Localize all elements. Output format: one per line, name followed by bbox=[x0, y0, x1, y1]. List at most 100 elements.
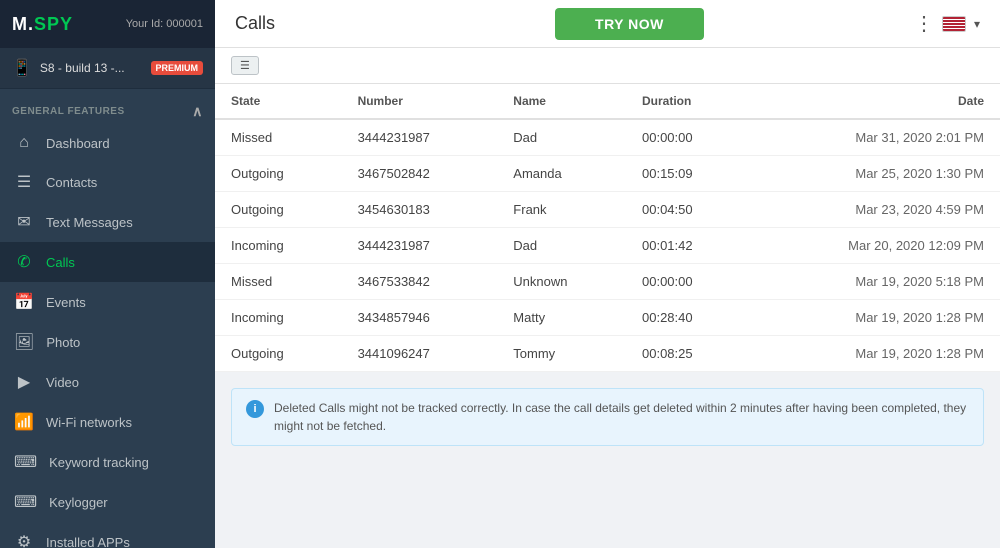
sidebar-item-video[interactable]: ▶ Video bbox=[0, 362, 215, 402]
table-row: Missed3444231987Dad00:00:00Mar 31, 2020 … bbox=[215, 119, 1000, 156]
cell-duration: 00:00:00 bbox=[626, 119, 749, 156]
table-body: Missed3444231987Dad00:00:00Mar 31, 2020 … bbox=[215, 119, 1000, 372]
sidebar-item-label: Calls bbox=[46, 255, 75, 270]
content-area: ☰ State Number Name Duration Date Missed… bbox=[215, 48, 1000, 548]
calls-icon: ✆ bbox=[14, 252, 34, 272]
sidebar-item-label: Contacts bbox=[46, 175, 97, 190]
table-row: Outgoing3467502842Amanda00:15:09Mar 25, … bbox=[215, 156, 1000, 192]
sidebar-item-label: Events bbox=[46, 295, 86, 310]
col-number: Number bbox=[342, 84, 498, 119]
section-chevron-icon: ∧ bbox=[192, 103, 203, 120]
sidebar-item-installed-apps[interactable]: ⚙ Installed APPs bbox=[0, 522, 215, 548]
cell-date: Mar 19, 2020 5:18 PM bbox=[749, 264, 1000, 300]
sidebar-item-dashboard[interactable]: ⌂ Dashboard bbox=[0, 124, 215, 162]
cell-state: Incoming bbox=[215, 300, 342, 336]
filter-row: ☰ bbox=[215, 48, 1000, 84]
cell-number: 3444231987 bbox=[342, 119, 498, 156]
cell-state: Missed bbox=[215, 119, 342, 156]
cell-duration: 00:04:50 bbox=[626, 192, 749, 228]
cell-name: Tommy bbox=[497, 336, 626, 372]
sidebar-item-keyword-tracking[interactable]: ⌨ Keyword tracking bbox=[0, 442, 215, 482]
cell-number: 3454630183 bbox=[342, 192, 498, 228]
main-panel: Calls TRY NOW ⋮ ▾ ☰ State Number Name Du… bbox=[215, 0, 1000, 548]
table-row: Missed3467533842Unknown00:00:00Mar 19, 2… bbox=[215, 264, 1000, 300]
cell-number: 3441096247 bbox=[342, 336, 498, 372]
sidebar-item-photo[interactable]: 🖼 Photo bbox=[0, 322, 215, 362]
general-features-section: GENERAL FEATURES ∧ bbox=[0, 89, 215, 124]
video-icon: ▶ bbox=[14, 372, 34, 392]
cell-date: Mar 20, 2020 12:09 PM bbox=[749, 228, 1000, 264]
sidebar-item-label: Installed APPs bbox=[46, 535, 130, 548]
cell-number: 3467502842 bbox=[342, 156, 498, 192]
sidebar-item-calls[interactable]: ✆ Calls bbox=[0, 242, 215, 282]
cell-date: Mar 31, 2020 2:01 PM bbox=[749, 119, 1000, 156]
cell-number: 3434857946 bbox=[342, 300, 498, 336]
cell-date: Mar 19, 2020 1:28 PM bbox=[749, 336, 1000, 372]
col-state: State bbox=[215, 84, 342, 119]
sidebar-item-events[interactable]: 📅 Events bbox=[0, 282, 215, 322]
device-icon: 📱 bbox=[12, 58, 32, 78]
sidebar-item-contacts[interactable]: ☰ Contacts bbox=[0, 162, 215, 202]
cell-name: Matty bbox=[497, 300, 626, 336]
topbar: Calls TRY NOW ⋮ ▾ bbox=[215, 0, 1000, 48]
cell-duration: 00:08:25 bbox=[626, 336, 749, 372]
table-row: Outgoing3441096247Tommy00:08:25Mar 19, 2… bbox=[215, 336, 1000, 372]
cell-state: Missed bbox=[215, 264, 342, 300]
cell-duration: 00:15:09 bbox=[626, 156, 749, 192]
device-bar: 📱 S8 - build 13 -... PREMIUM bbox=[0, 48, 215, 89]
cell-state: Incoming bbox=[215, 228, 342, 264]
cell-name: Unknown bbox=[497, 264, 626, 300]
sidebar-item-label: Dashboard bbox=[46, 136, 110, 151]
sidebar-item-label: Wi-Fi networks bbox=[46, 415, 132, 430]
language-dropdown-icon[interactable]: ▾ bbox=[974, 17, 980, 31]
language-flag[interactable] bbox=[942, 16, 966, 32]
sidebar: M.SPY Your Id: 000001 📱 S8 - build 13 -.… bbox=[0, 0, 215, 548]
cell-number: 3467533842 bbox=[342, 264, 498, 300]
sidebar-item-text-messages[interactable]: ✉ Text Messages bbox=[0, 202, 215, 242]
sidebar-item-label: Keylogger bbox=[49, 495, 108, 510]
table-row: Incoming3444231987Dad00:01:42Mar 20, 202… bbox=[215, 228, 1000, 264]
sidebar-item-wifi[interactable]: 📶 Wi-Fi networks bbox=[0, 402, 215, 442]
table-row: Incoming3434857946Matty00:28:40Mar 19, 2… bbox=[215, 300, 1000, 336]
cell-date: Mar 23, 2020 4:59 PM bbox=[749, 192, 1000, 228]
cell-state: Outgoing bbox=[215, 192, 342, 228]
sidebar-item-label: Photo bbox=[46, 335, 80, 350]
cell-name: Dad bbox=[497, 119, 626, 156]
keylogger-icon: ⌨ bbox=[14, 492, 37, 512]
home-icon: ⌂ bbox=[14, 134, 34, 152]
cell-date: Mar 25, 2020 1:30 PM bbox=[749, 156, 1000, 192]
cell-date: Mar 19, 2020 1:28 PM bbox=[749, 300, 1000, 336]
logo: M.SPY bbox=[12, 14, 73, 35]
contacts-icon: ☰ bbox=[14, 172, 34, 192]
sidebar-item-label: Video bbox=[46, 375, 79, 390]
cell-duration: 00:28:40 bbox=[626, 300, 749, 336]
calls-table-container: ☰ State Number Name Duration Date Missed… bbox=[215, 48, 1000, 372]
cell-name: Frank bbox=[497, 192, 626, 228]
photo-icon: 🖼 bbox=[14, 332, 34, 352]
keyword-icon: ⌨ bbox=[14, 452, 37, 472]
topbar-actions: ⋮ ▾ bbox=[914, 11, 980, 36]
sms-icon: ✉ bbox=[14, 212, 34, 232]
sidebar-item-label: Keyword tracking bbox=[49, 455, 149, 470]
device-name: S8 - build 13 -... bbox=[40, 61, 143, 75]
info-box: i Deleted Calls might not be tracked cor… bbox=[231, 388, 984, 446]
filter-badge[interactable]: ☰ bbox=[231, 56, 259, 75]
premium-badge: PREMIUM bbox=[151, 61, 204, 75]
sidebar-item-label: Text Messages bbox=[46, 215, 133, 230]
sidebar-item-keylogger[interactable]: ⌨ Keylogger bbox=[0, 482, 215, 522]
user-id: Your Id: 000001 bbox=[126, 18, 203, 30]
col-duration: Duration bbox=[626, 84, 749, 119]
col-date: Date bbox=[749, 84, 1000, 119]
more-options-icon[interactable]: ⋮ bbox=[914, 11, 934, 36]
col-name: Name bbox=[497, 84, 626, 119]
table-row: Outgoing3454630183Frank00:04:50Mar 23, 2… bbox=[215, 192, 1000, 228]
page-title: Calls bbox=[235, 13, 275, 34]
cell-state: Outgoing bbox=[215, 156, 342, 192]
info-icon: i bbox=[246, 400, 264, 418]
cell-duration: 00:00:00 bbox=[626, 264, 749, 300]
try-now-button[interactable]: TRY NOW bbox=[555, 8, 704, 40]
info-text: Deleted Calls might not be tracked corre… bbox=[274, 399, 969, 435]
logo-bar: M.SPY Your Id: 000001 bbox=[0, 0, 215, 48]
cell-duration: 00:01:42 bbox=[626, 228, 749, 264]
apps-icon: ⚙ bbox=[14, 532, 34, 548]
